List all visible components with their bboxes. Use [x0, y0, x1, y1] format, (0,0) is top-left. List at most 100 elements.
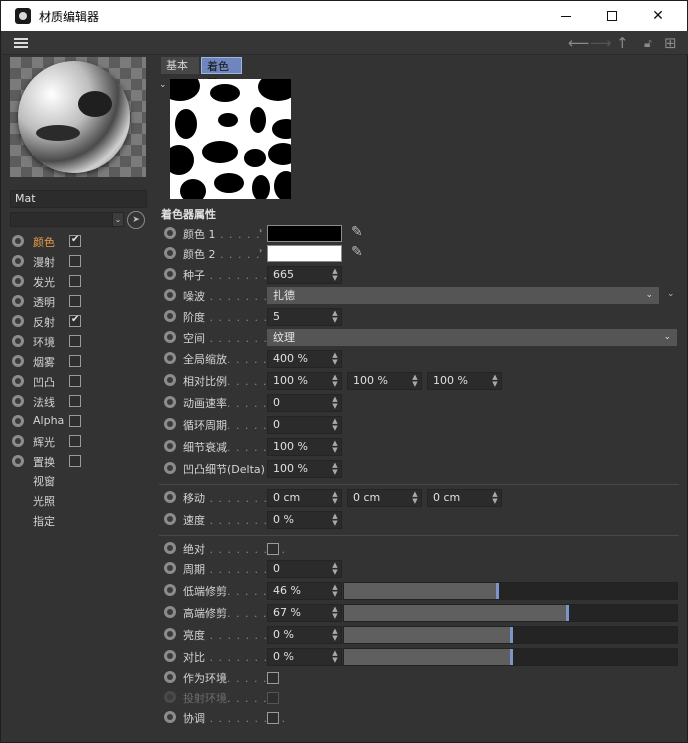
channel-dot-icon[interactable] — [12, 315, 24, 327]
noise-select[interactable]: 扎德 ⌄ — [267, 287, 659, 304]
channel-checkbox[interactable] — [69, 255, 81, 267]
param-anim-dot[interactable] — [164, 396, 176, 408]
slider-handle[interactable] — [510, 627, 513, 643]
spinner-icon[interactable]: ▲ ▼ — [331, 562, 339, 576]
cycles-input[interactable]: 0 ▲ ▼ — [267, 560, 342, 578]
param-anim-dot[interactable] — [164, 513, 176, 525]
detail-atten-input[interactable]: 100 % ▲ ▼ — [267, 438, 342, 456]
channel-dot-icon[interactable] — [12, 235, 24, 247]
arrow-up-icon[interactable]: ↑ — [616, 34, 629, 52]
slider-handle[interactable] — [496, 583, 499, 599]
high-clip-input[interactable]: 67 % ▲ ▼ — [267, 604, 342, 622]
brightness-input[interactable]: 0 % ▲ ▼ — [267, 626, 342, 644]
param-anim-dot[interactable] — [164, 374, 176, 386]
spinner-icon[interactable]: ▲ ▼ — [331, 462, 339, 476]
sidebar-item-channel[interactable]: 凹凸 — [10, 372, 150, 392]
channel-checkbox[interactable] — [69, 275, 81, 287]
collapse-chevron-icon[interactable]: ⌄ — [159, 80, 167, 90]
spinner-icon[interactable]: ▲ ▼ — [331, 628, 339, 642]
channel-checkbox[interactable] — [69, 435, 81, 447]
sidebar-item-channel[interactable]: 置换 — [10, 452, 150, 472]
sidebar-item-channel[interactable]: 颜色 — [10, 232, 150, 252]
spinner-icon[interactable]: ▲ ▼ — [331, 268, 339, 282]
param-anim-dot[interactable] — [164, 247, 176, 259]
sidebar-item-illumination[interactable]: 光照 — [33, 493, 55, 509]
channel-checkbox[interactable] — [69, 234, 81, 247]
use-as-env-checkbox[interactable] — [267, 672, 279, 684]
spinner-icon[interactable]: ▲ ▼ — [331, 513, 339, 527]
sidebar-item-channel[interactable]: 反射 — [10, 312, 150, 332]
channel-dot-icon[interactable] — [12, 375, 24, 387]
relative-scale-x-input[interactable]: 100 % ▲ ▼ — [267, 372, 342, 390]
param-anim-dot[interactable] — [164, 628, 176, 640]
channel-dot-icon[interactable] — [12, 335, 24, 347]
relative-scale-y-input[interactable]: 100 % ▲ ▼ — [347, 372, 422, 390]
octaves-input[interactable]: 5 ▲ ▼ — [267, 308, 342, 326]
param-anim-dot[interactable] — [164, 711, 176, 723]
slider-handle[interactable] — [566, 605, 569, 621]
channel-checkbox[interactable] — [69, 415, 81, 427]
tab-basic[interactable]: 基本 — [161, 57, 199, 74]
sidebar-item-channel[interactable]: Alpha — [10, 412, 150, 432]
param-anim-dot[interactable] — [164, 491, 176, 503]
param-anim-dot[interactable] — [164, 310, 176, 322]
spinner-icon[interactable]: ▲ ▼ — [411, 374, 419, 388]
param-anim-dot[interactable] — [164, 584, 176, 596]
param-anim-dot[interactable] — [164, 331, 176, 343]
anim-speed-input[interactable]: 0 ▲ ▼ — [267, 394, 342, 412]
sidebar-item-channel[interactable]: 烟雾 — [10, 352, 150, 372]
seed-input[interactable]: 665 ▲ ▼ — [267, 266, 342, 284]
chevron-down-icon[interactable]: ⌄ — [112, 212, 124, 227]
brightness-slider[interactable] — [343, 626, 678, 644]
material-preview[interactable] — [10, 57, 146, 177]
channel-dot-icon[interactable] — [12, 355, 24, 367]
spinner-icon[interactable]: ▲ ▼ — [331, 310, 339, 324]
channel-checkbox[interactable] — [69, 335, 81, 347]
move-y-input[interactable]: 0 cm ▲ ▼ — [347, 489, 422, 507]
spinner-icon[interactable]: ▲ ▼ — [331, 440, 339, 454]
speed-input[interactable]: 0 % ▲ ▼ — [267, 511, 342, 529]
param-anim-dot[interactable] — [164, 418, 176, 430]
param-anim-dot[interactable] — [164, 227, 176, 239]
channel-checkbox[interactable] — [69, 295, 81, 307]
chevron-right-icon[interactable]: › — [259, 246, 262, 255]
spinner-icon[interactable]: ▲ ▼ — [331, 352, 339, 366]
tab-shader[interactable]: 着色器 — [201, 57, 242, 90]
channel-dot-icon[interactable] — [12, 275, 24, 287]
pick-arrow-icon[interactable]: ➤ — [127, 211, 145, 229]
arrow-right-icon[interactable]: ⟶ — [590, 34, 612, 52]
absolute-checkbox[interactable] — [267, 543, 279, 555]
delta-input[interactable]: 100 % ▲ ▼ — [267, 460, 342, 478]
sidebar-item-channel[interactable]: 发光 — [10, 272, 150, 292]
param-anim-dot[interactable] — [164, 542, 176, 554]
plus-square-icon[interactable]: ⊞ — [664, 34, 677, 52]
channel-dot-icon[interactable] — [12, 435, 24, 447]
sidebar-item-channel[interactable]: 漫射 — [10, 252, 150, 272]
sidebar-item-channel[interactable]: 环境 — [10, 332, 150, 352]
layer-select[interactable] — [10, 212, 122, 227]
spinner-icon[interactable]: ▲ ▼ — [491, 374, 499, 388]
channel-checkbox[interactable] — [69, 395, 81, 407]
loop-period-input[interactable]: 0 ▲ ▼ — [267, 416, 342, 434]
low-clip-input[interactable]: 46 % ▲ ▼ — [267, 582, 342, 600]
spinner-icon[interactable]: ▲ ▼ — [331, 650, 339, 664]
maximize-button[interactable] — [589, 1, 635, 31]
lock-icon[interactable]: 🔓︎ — [644, 34, 652, 52]
spinner-icon[interactable]: ▲ ▼ — [331, 491, 339, 505]
param-anim-dot[interactable] — [164, 440, 176, 452]
low-clip-slider[interactable] — [343, 582, 678, 600]
spinner-icon[interactable]: ▲ ▼ — [331, 374, 339, 388]
param-anim-dot[interactable] — [164, 289, 176, 301]
channel-dot-icon[interactable] — [12, 295, 24, 307]
channel-dot-icon[interactable] — [12, 395, 24, 407]
color2-swatch[interactable] — [267, 245, 342, 262]
chevron-right-icon[interactable]: › — [259, 226, 262, 235]
param-anim-dot[interactable] — [164, 562, 176, 574]
chevron-down-icon[interactable]: ⌄ — [667, 289, 675, 299]
contrast-slider[interactable] — [343, 648, 678, 666]
sidebar-item-channel[interactable]: 法线 — [10, 392, 150, 412]
channel-checkbox[interactable] — [69, 314, 81, 327]
param-anim-dot[interactable] — [164, 462, 176, 474]
spinner-icon[interactable]: ▲ ▼ — [331, 584, 339, 598]
sidebar-item-assign[interactable]: 指定 — [33, 513, 55, 529]
